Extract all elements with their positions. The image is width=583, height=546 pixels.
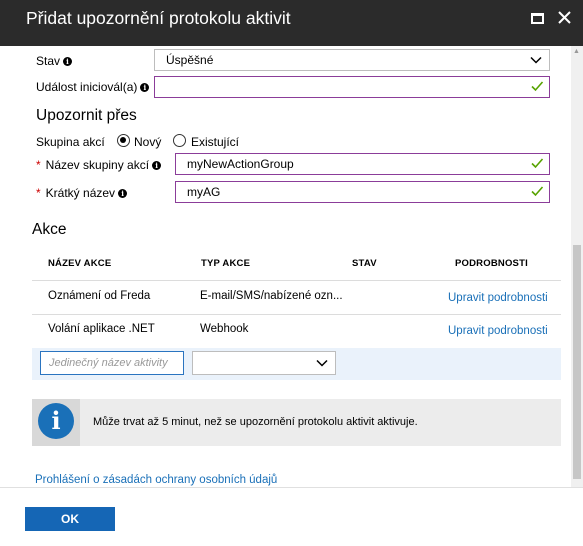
group-name-input[interactable]: myNewActionGroup — [175, 153, 550, 175]
column-header-status: STAV — [352, 258, 377, 269]
blade-title: Přidat upozornění protokolu aktivit — [26, 8, 291, 28]
action-name-cell: Oznámení od Freda — [48, 290, 151, 302]
new-action-row: Jedinečný název aktivity — [32, 348, 561, 380]
column-header-type: TYP AKCE — [201, 258, 251, 269]
info-icon[interactable]: i — [140, 83, 150, 92]
edit-details-link[interactable]: Upravit podrobnosti — [448, 292, 548, 304]
info-icon[interactable]: i — [63, 57, 73, 66]
new-action-name-input[interactable]: Jedinečný název aktivity — [40, 351, 184, 375]
check-icon — [531, 158, 544, 169]
radio-existing[interactable] — [173, 134, 186, 147]
title-bar: Přidat upozornění protokolu aktivit — [0, 0, 583, 46]
short-name-label: * Krátký název i — [36, 186, 128, 200]
check-icon — [531, 186, 544, 197]
form-scroll-area: Stav i Úspěšné Událost iniciovál(a) i Upoz… — [0, 46, 583, 487]
action-group-label: Skupina akcí — [36, 135, 105, 149]
close-icon[interactable] — [557, 10, 575, 28]
info-icon[interactable]: i — [152, 161, 162, 170]
scrollbar[interactable]: ▲ — [571, 46, 583, 487]
column-header-details: PODROBNOSTI — [455, 258, 528, 269]
column-header-name: NÁZEV AKCE — [48, 258, 112, 269]
short-name-input[interactable]: myAG — [175, 181, 550, 203]
initiator-input[interactable] — [154, 76, 550, 98]
info-banner-text: Může trvat až 5 minut, než se upozornění… — [93, 416, 418, 428]
notify-heading: Upozornit přes — [36, 107, 137, 124]
initiator-label: Událost iniciovál(a) i — [36, 80, 150, 94]
status-label: Stav i — [36, 54, 73, 68]
table-divider — [32, 314, 561, 315]
privacy-link[interactable]: Prohlášení o zásadách ochrany osobních ú… — [35, 474, 277, 486]
check-icon — [531, 81, 544, 92]
required-marker: * — [36, 158, 41, 172]
info-banner-icon-area: i — [32, 399, 80, 446]
required-marker: * — [36, 186, 41, 200]
action-type-cell: Webhook — [200, 323, 249, 335]
ok-button[interactable]: OK — [25, 507, 115, 531]
edit-details-link[interactable]: Upravit podrobnosti — [448, 325, 548, 337]
action-name-cell: Volání aplikace .NET — [48, 323, 155, 335]
status-select[interactable]: Úspěšné — [154, 49, 550, 71]
group-name-label: * Název skupiny akcí i — [36, 158, 162, 172]
info-circle-icon: i — [38, 403, 74, 439]
chevron-down-icon — [530, 56, 542, 64]
maximize-icon[interactable] — [529, 10, 547, 28]
info-icon[interactable]: i — [118, 189, 128, 198]
radio-new[interactable] — [117, 134, 130, 147]
action-type-cell: E-mail/SMS/nabízené ozn... — [200, 290, 343, 302]
footer: OK — [0, 487, 583, 546]
radio-existing-label[interactable]: Existující — [191, 135, 239, 149]
new-action-type-select[interactable] — [192, 351, 336, 375]
scrollbar-thumb[interactable] — [573, 245, 581, 479]
actions-heading: Akce — [32, 221, 67, 238]
table-divider — [32, 280, 561, 281]
chevron-down-icon — [316, 359, 328, 367]
radio-new-label[interactable]: Nový — [134, 135, 161, 149]
scroll-up-arrow[interactable]: ▲ — [573, 48, 580, 55]
info-banner: i Může trvat až 5 minut, než se upozorně… — [32, 399, 561, 446]
